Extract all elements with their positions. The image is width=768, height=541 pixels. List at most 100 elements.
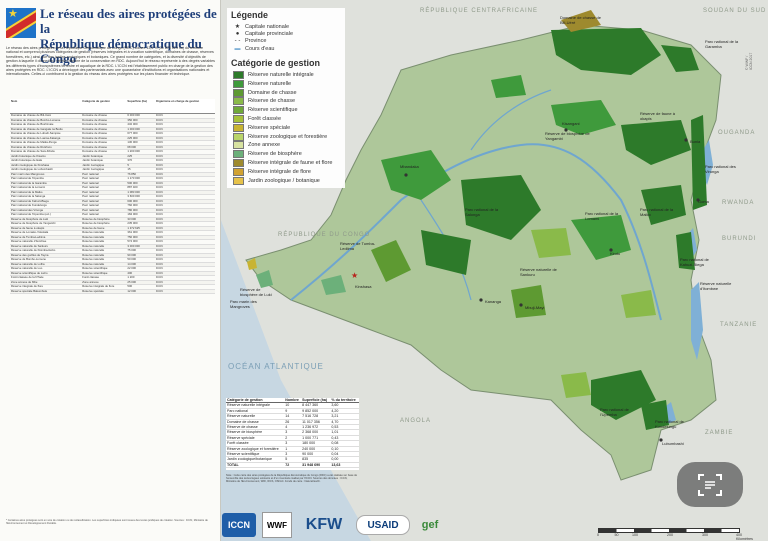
summary-table: Catégorie de gestion Nombre Superficie (ha… bbox=[226, 398, 359, 470]
summary-header-cell: Superficie (ha) bbox=[301, 398, 331, 404]
label-itombwe: Réserve naturelle d'Itombwe bbox=[700, 281, 732, 291]
table-header-cell: Organisme en charge de gestion bbox=[154, 99, 215, 114]
label-sankuru: Réserve naturelle de Sankuru bbox=[520, 267, 557, 277]
label-zambia: ZAMBIE bbox=[705, 430, 734, 436]
label-ocean: OCÉAN ATLANTIQUE bbox=[228, 362, 324, 371]
label-tanzania: TANZANIE bbox=[720, 322, 758, 328]
legend-category: Réserve de chasse bbox=[233, 97, 296, 106]
table-cell: ICCN bbox=[154, 289, 215, 294]
legend-swatch bbox=[233, 132, 244, 141]
legend-title: Légende bbox=[231, 10, 269, 20]
label-tumba: Réserve de Tumba-Lediima bbox=[340, 241, 376, 251]
legend-item-label: Capitale provinciale bbox=[245, 30, 293, 37]
area-kasai-hunting bbox=[511, 285, 546, 318]
label-south-sudan: SOUDAN DU SUD bbox=[703, 8, 767, 14]
legend-category: Réserve scientifique bbox=[233, 106, 298, 115]
legend-item-label: Cours d'eau bbox=[245, 45, 275, 52]
scale-tick-label: 300 bbox=[702, 533, 708, 537]
label-kinshasa: Kinshasa bbox=[355, 284, 372, 289]
legend-category: Réserve de biosphère bbox=[233, 150, 302, 159]
label-mangroves: Parc marin des Mangroves bbox=[230, 299, 257, 309]
scale-tick-label: 0 bbox=[597, 533, 599, 537]
map-legend: Légende ★ Capitale nationale ● Capitale pro… bbox=[227, 8, 345, 188]
legend-swatch bbox=[233, 79, 244, 88]
summary-cell: TOTAL bbox=[226, 461, 285, 469]
label-kundelungu: Parc national de Kundelungu bbox=[655, 419, 684, 429]
scan-text-button[interactable] bbox=[677, 462, 743, 507]
legend-item: ▬ Cours d'eau bbox=[233, 46, 275, 52]
legend-category: Forêt classée bbox=[233, 115, 281, 123]
label-car: RÉPUBLIQUE CENTRAFRICAINE bbox=[420, 8, 539, 14]
label-salonga: Parc national de la Salonga bbox=[465, 207, 499, 217]
logo-gef: gef bbox=[421, 519, 439, 531]
legend-swatch bbox=[233, 176, 244, 185]
legend-category-label: Jardin zoologique / botanique bbox=[248, 177, 320, 184]
summary-cell: Réserve zoologique et forestière bbox=[226, 446, 285, 453]
label-kahuzi: Parc national de Kahuzi-Biega bbox=[680, 257, 709, 267]
legend-swatch bbox=[233, 150, 244, 159]
footnotes: * Certaines aires protégées sont en voie… bbox=[6, 519, 208, 525]
label-uganda: OUGANDA bbox=[718, 130, 756, 136]
label-rwanda: RWANDA bbox=[722, 200, 755, 206]
table-cell: Réserve spéciale Bakumbule bbox=[10, 289, 82, 294]
legend-category: Domaine de chasse bbox=[233, 88, 297, 97]
legend-category-label: Domaine de chasse bbox=[248, 89, 297, 96]
summary-cell: 31 948 690 bbox=[301, 461, 331, 469]
legend-category-label: Forêt classée bbox=[248, 116, 282, 122]
label-burundi: BURUNDI bbox=[722, 236, 757, 242]
legend-category: Zone annexe bbox=[233, 141, 280, 150]
label-bili-uere: Domaine de chasse de Bili-Uéré bbox=[560, 15, 601, 25]
logo-kfw: KFW bbox=[305, 516, 343, 533]
legend-category: Réserve spéciale bbox=[233, 123, 291, 132]
table-cell: Réserve spéciale bbox=[81, 289, 127, 294]
legend-symbol-icon: ★ bbox=[234, 24, 241, 30]
legend-item-label: Province bbox=[245, 38, 267, 44]
legend-category-label: Réserve naturelle bbox=[248, 80, 292, 87]
title-line-1: Le réseau des aires protégées de la bbox=[40, 6, 217, 36]
label-republic-congo: RÉPUBLIQUE DU CONGO bbox=[278, 232, 371, 238]
legend-category-label: Réserve intégrale de faune et flore bbox=[248, 160, 333, 166]
table-cell: 12 000 bbox=[126, 289, 155, 294]
legend-category-label: Réserve de chasse bbox=[248, 98, 296, 105]
summary-header-cell: % du territoire bbox=[330, 398, 359, 404]
legend-categories-title: Catégorie de gestion bbox=[231, 58, 321, 68]
legend-category-label: Réserve spéciale bbox=[248, 124, 291, 131]
protected-areas-table: Nom Catégorie de gestion Superficie (ha) Or… bbox=[10, 99, 215, 517]
legend-category: Réserve intégrale de flore bbox=[233, 167, 311, 176]
intro-text: Le réseau des aires protégées de la Répu… bbox=[6, 46, 215, 77]
scale-bar: 0 50 100 200 300 400 Kilomètres bbox=[597, 528, 753, 541]
legend-category: Réserve intégrale de faune et flore bbox=[233, 159, 332, 167]
logo-usaid: USAID bbox=[356, 515, 410, 535]
legend-category-label: Réserve intégrale de flore bbox=[248, 168, 311, 175]
legend-symbol-icon: ▬ bbox=[234, 45, 241, 52]
legend-category: Jardin zoologique / botanique bbox=[233, 176, 320, 185]
legend-category: Réserve zoologique et forestière bbox=[233, 132, 328, 141]
table-header-cell: Nom bbox=[10, 99, 82, 114]
partner-logos: ICCN WWF KFW USAID gef bbox=[222, 510, 552, 540]
label-maiko: Parc national de la Maiko bbox=[640, 207, 674, 217]
scale-tick-label: 100 bbox=[632, 533, 638, 537]
legend-category-label: Réserve zoologique et forestière bbox=[248, 133, 328, 140]
summary-header-cell: Nombre bbox=[284, 398, 302, 404]
summary-cell: 13,63 bbox=[330, 461, 359, 469]
label-angola: ANGOLA bbox=[400, 418, 432, 424]
label-mbandaka: Mbandaka bbox=[400, 164, 419, 169]
area-itombwe-south bbox=[621, 290, 656, 318]
drc-flag-icon: ★ bbox=[6, 8, 36, 38]
label-bunia: Bunia bbox=[690, 139, 701, 144]
label-lubumbashi: Lubumbashi bbox=[662, 441, 684, 446]
legend-swatch bbox=[233, 115, 244, 123]
summary-total-row: TOTAL 72 31 948 690 13,63 bbox=[226, 461, 359, 469]
legend-category: Réserve naturelle intégrale bbox=[233, 71, 314, 79]
label-yangambi: Réserve de biosphère de Yangambi bbox=[545, 131, 590, 141]
legend-item: - - Province bbox=[233, 38, 267, 44]
legend-category-label: Réserve de biosphère bbox=[248, 151, 302, 158]
legend-item: ★ Capitale nationale bbox=[233, 23, 289, 31]
label-upemba: Parc national de l'Upemba bbox=[600, 407, 629, 417]
scale-tick-label: 400 Kilomètres bbox=[736, 533, 753, 541]
kinshasa-star-icon: ★ bbox=[351, 271, 358, 280]
scan-text-icon bbox=[698, 473, 722, 496]
legend-swatch bbox=[233, 141, 244, 150]
label-kindu: Kindu bbox=[610, 251, 621, 256]
legend-swatch bbox=[233, 71, 244, 79]
